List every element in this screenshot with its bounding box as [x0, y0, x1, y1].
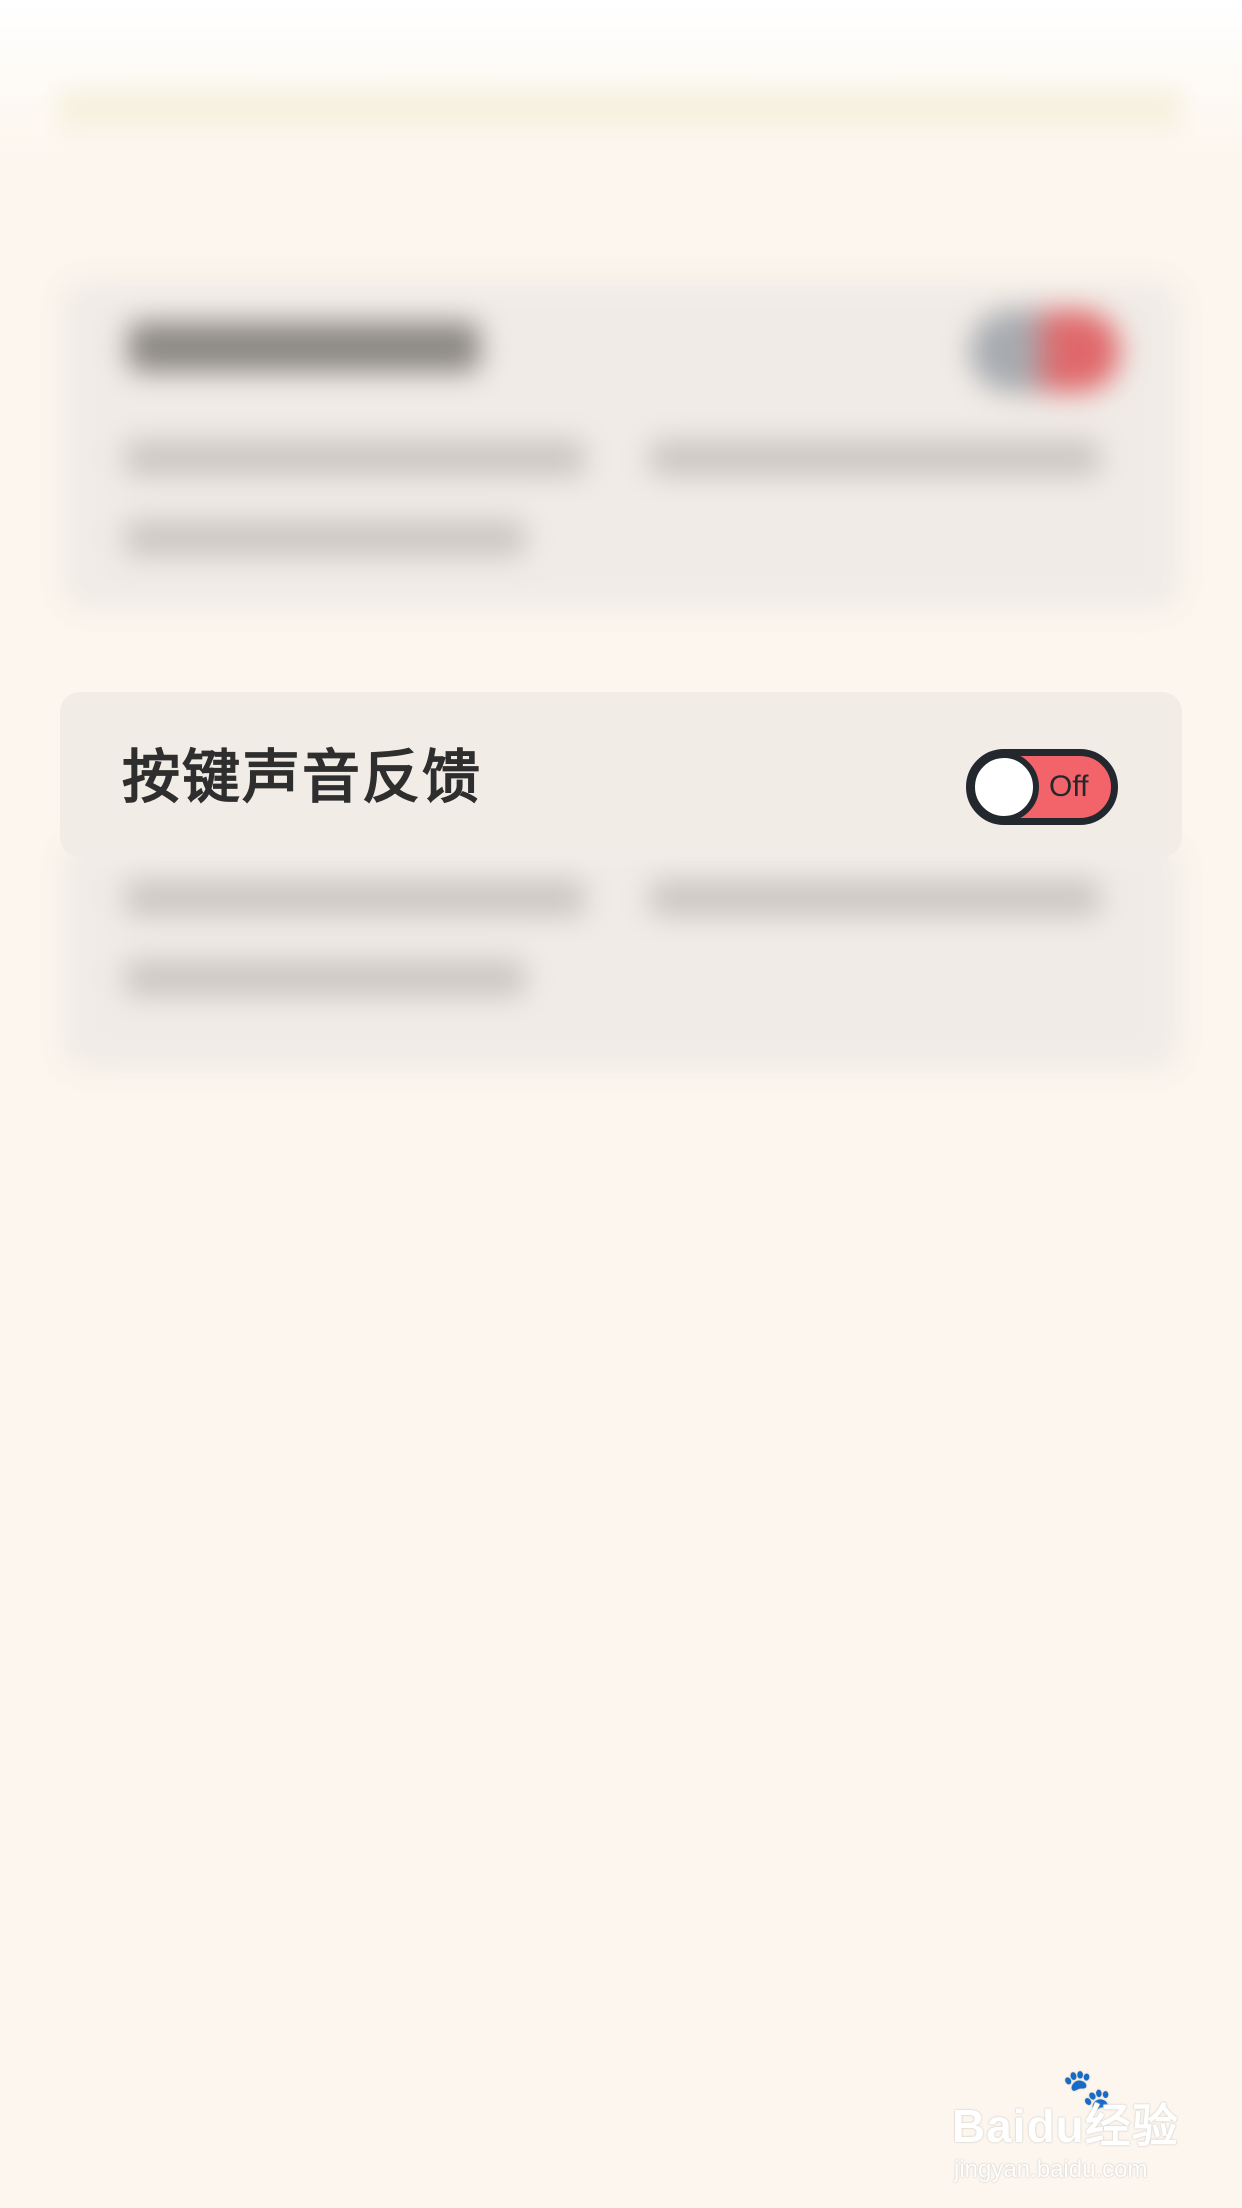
blurred-text-line — [125, 960, 525, 996]
key-sound-feedback-row[interactable]: 按键声音反馈 Off — [60, 692, 1182, 857]
blurred-text-line — [125, 880, 585, 916]
watermark-logo: Baidu经验 — [952, 2100, 1179, 2152]
baidu-watermark: 🐾 Baidu经验 jingyan.baidu.com — [952, 2070, 1192, 2190]
watermark-url: jingyan.baidu.com — [954, 2156, 1148, 2183]
key-sound-toggle[interactable]: Off — [966, 749, 1118, 825]
blurred-text-line — [650, 880, 1100, 916]
blurred-card — [62, 840, 1180, 1070]
blurred-text-line — [650, 440, 1100, 476]
blurred-toggle — [970, 310, 1120, 392]
toggle-state-label: Off — [1049, 770, 1089, 803]
blurred-text-line — [125, 440, 585, 476]
blurred-background — [0, 0, 1242, 1200]
blurred-text-line — [125, 520, 525, 556]
toggle-knob — [969, 752, 1039, 822]
blurred-title — [128, 322, 480, 372]
setting-label: 按键声音反馈 — [122, 743, 483, 811]
